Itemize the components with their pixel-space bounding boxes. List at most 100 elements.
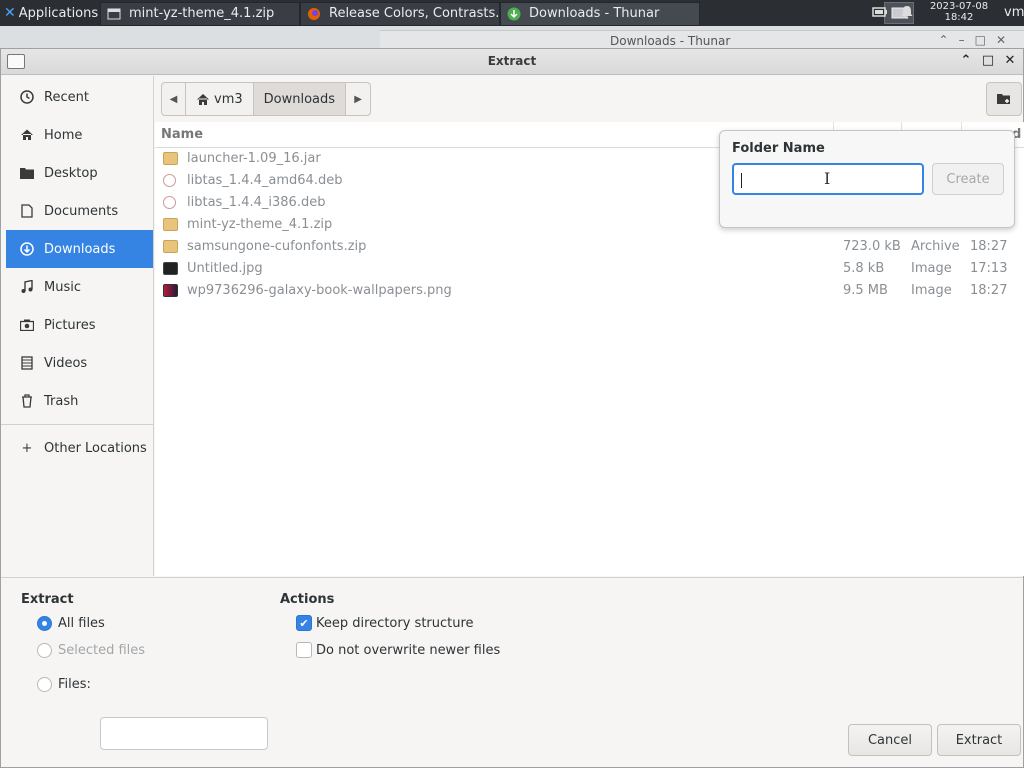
keep-structure-checkbox[interactable]: ✔	[296, 615, 312, 631]
new-folder-icon	[997, 94, 1010, 104]
sidebar-item-label: Other Locations	[44, 440, 147, 456]
background-thunar-window: Downloads - Thunar ⌃–□✕	[380, 30, 1024, 50]
window-icon	[107, 8, 121, 19]
file-type: Image	[911, 261, 952, 276]
file-name: launcher-1.09_16.jar	[187, 151, 321, 166]
file-name: libtas_1.4.4_amd64.deb	[187, 173, 343, 188]
bell-icon[interactable]	[900, 5, 914, 19]
archive-icon	[163, 218, 178, 231]
path-bar: ◀ vm3 Downloads ▶	[161, 82, 372, 116]
sidebar-item-label: Documents	[44, 203, 119, 219]
file-modified: 18:27	[970, 239, 1008, 254]
no-overwrite-checkbox[interactable]	[296, 642, 312, 658]
file-name: samsungone-cufonfonts.zip	[187, 239, 367, 254]
file-row[interactable]: Untitled.jpg 5.8 kB Image 17:13	[155, 258, 1024, 280]
extract-section-title: Extract	[21, 592, 74, 607]
plus-icon: +	[21, 440, 33, 456]
files-option[interactable]: Files:	[37, 677, 91, 692]
applications-label: Applications	[18, 5, 99, 21]
path-home-label: vm3	[214, 91, 243, 107]
radio-files[interactable]	[37, 677, 52, 692]
archive-icon	[163, 240, 178, 253]
all-files-option[interactable]: All files	[37, 616, 105, 631]
battery-icon[interactable]	[872, 5, 888, 19]
sidebar-item-documents[interactable]: Documents	[1, 192, 153, 230]
sidebar-item-recent[interactable]: Recent	[1, 78, 153, 116]
file-name: wp9736296-galaxy-book-wallpapers.png	[187, 283, 452, 298]
actions-section-title: Actions	[280, 592, 335, 607]
sidebar-item-trash[interactable]: Trash	[1, 382, 153, 420]
files-label: Files:	[58, 677, 91, 692]
sidebar-item-other-locations[interactable]: + Other Locations	[1, 429, 153, 467]
download-icon	[19, 241, 35, 257]
minimize-button[interactable]: ⌃	[955, 53, 977, 68]
file-row[interactable]: samsungone-cufonfonts.zip 723.0 kB Archive…	[155, 236, 1024, 258]
path-current-label: Downloads	[263, 91, 336, 107]
clock[interactable]: 2023-07-08 18:42	[928, 1, 990, 23]
path-home-button[interactable]: vm3	[186, 83, 254, 115]
popover-title: Folder Name	[732, 141, 825, 156]
keep-structure-option[interactable]: ✔ Keep directory structure	[296, 615, 474, 631]
download-circle-icon	[507, 7, 521, 20]
image-icon	[163, 284, 178, 297]
background-window-controls: ⌃–□✕	[938, 33, 1016, 47]
task-button-thunar[interactable]: Downloads - Thunar	[500, 1, 700, 26]
sidebar-item-label: Desktop	[44, 165, 98, 181]
file-name: Untitled.jpg	[187, 261, 263, 276]
task-button-zip[interactable]: mint-yz-theme_4.1.zip	[100, 1, 300, 26]
path-forward-button[interactable]: ▶	[346, 83, 370, 115]
create-folder-button[interactable]	[986, 82, 1022, 116]
sidebar-item-label: Pictures	[44, 317, 96, 333]
places-sidebar: Recent Home Desktop Documents Downloads	[1, 76, 154, 576]
camera-icon	[19, 317, 35, 333]
file-type: Archive	[911, 239, 960, 254]
archive-icon	[163, 152, 178, 165]
clock-time: 18:42	[944, 12, 974, 23]
file-row[interactable]: wp9736296-galaxy-book-wallpapers.png 9.5 …	[155, 280, 1024, 302]
sidebar-item-desktop[interactable]: Desktop	[1, 154, 153, 192]
sidebar-item-label: Trash	[44, 393, 79, 409]
task-label: Downloads - Thunar	[529, 6, 660, 21]
file-size: 723.0 kB	[843, 239, 901, 254]
file-modified: 18:27	[970, 283, 1008, 298]
task-button-firefox[interactable]: Release Colors, Contrasts...	[300, 1, 500, 26]
file-modified: 17:13	[970, 261, 1008, 276]
sidebar-item-pictures[interactable]: Pictures	[1, 306, 153, 344]
sidebar-item-downloads[interactable]: Downloads	[6, 230, 153, 268]
home-icon	[19, 127, 35, 143]
folder-name-popover: Folder Name I Create	[719, 130, 1015, 228]
task-label: Release Colors, Contrasts...	[329, 6, 500, 21]
files-pattern-input[interactable]	[100, 717, 268, 750]
sidebar-item-videos[interactable]: Videos	[1, 344, 153, 382]
path-downloads-button[interactable]: Downloads	[253, 83, 347, 115]
home-icon	[197, 93, 209, 105]
path-back-button[interactable]: ◀	[162, 83, 186, 115]
package-icon	[163, 196, 176, 209]
close-button[interactable]: ✕	[999, 53, 1021, 68]
no-overwrite-option[interactable]: Do not overwrite newer files	[296, 642, 500, 658]
column-name[interactable]: Name	[161, 127, 203, 142]
keep-structure-label: Keep directory structure	[316, 615, 474, 631]
firefox-icon	[308, 7, 320, 20]
applications-menu[interactable]: ✕ Applications	[0, 0, 100, 26]
package-icon	[163, 174, 176, 187]
sidebar-item-home[interactable]: Home	[1, 116, 153, 154]
user-menu[interactable]: vm3	[1004, 5, 1024, 20]
sidebar-separator	[1, 424, 153, 425]
radio-selected-files[interactable]	[37, 643, 52, 658]
file-type: Image	[911, 283, 952, 298]
radio-all-files[interactable]	[37, 616, 52, 631]
cancel-button[interactable]: Cancel	[848, 724, 932, 756]
create-button[interactable]: Create	[932, 163, 1004, 195]
document-icon	[19, 203, 35, 219]
extract-button[interactable]: Extract	[937, 724, 1021, 756]
maximize-button[interactable]: □	[977, 53, 999, 68]
background-window-title: Downloads - Thunar	[610, 34, 731, 48]
sidebar-item-music[interactable]: Music	[1, 268, 153, 306]
background-windows: Downloads - Thunar ⌃–□✕	[0, 26, 1024, 50]
clock-icon	[19, 89, 35, 105]
dialog-titlebar[interactable]: Extract ⌃ □ ✕	[1, 49, 1023, 75]
all-files-label: All files	[58, 616, 105, 631]
extract-dialog: Extract ⌃ □ ✕ Recent Home Desktop Docume…	[0, 48, 1024, 768]
selected-files-option[interactable]: Selected files	[37, 643, 145, 658]
